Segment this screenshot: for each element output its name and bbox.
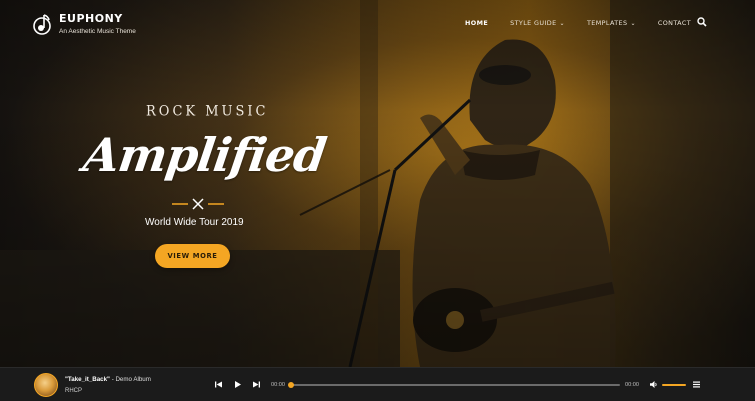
- view-more-button[interactable]: VIEW MORE: [155, 244, 230, 268]
- nav-label: HOME: [465, 19, 489, 27]
- play-icon[interactable]: [233, 380, 242, 389]
- hero-eyebrow: ROCK MUSIC: [146, 103, 269, 120]
- nav-label: TEMPLATES: [586, 19, 628, 27]
- total-time: 00:00: [625, 382, 639, 388]
- hero-subtitle: World Wide Tour 2019: [145, 217, 244, 228]
- album-cover: [34, 373, 58, 397]
- audio-player-bar: "Take_it_Back" - Demo Album RHCP 00:00 0…: [0, 367, 755, 401]
- volume-slider[interactable]: [662, 384, 686, 386]
- hero-headline: Amplified: [80, 128, 329, 182]
- volume-icon[interactable]: [649, 380, 658, 389]
- progress-slider[interactable]: [288, 382, 620, 388]
- nav-item-templates[interactable]: TEMPLATES ⌄: [587, 19, 636, 27]
- track-artist: RHCP: [65, 388, 83, 394]
- search-icon[interactable]: [697, 17, 707, 27]
- track-title: "Take_it_Back": [65, 376, 110, 383]
- nav-label: CONTACT: [657, 19, 691, 27]
- brand-logo[interactable]: EUPHONY An Aesthetic Music Theme: [33, 12, 136, 35]
- previous-track-icon[interactable]: [214, 380, 223, 389]
- current-time: 00:00: [271, 382, 285, 388]
- track-info: "Take_it_Back" - Demo Album RHCP: [65, 376, 151, 394]
- brand-tagline: An Aesthetic Music Theme: [59, 28, 136, 35]
- progress-handle[interactable]: [288, 382, 294, 388]
- nav-item-contact[interactable]: CONTACT: [658, 19, 691, 27]
- brand-name: EUPHONY: [59, 12, 123, 25]
- hero-banner: EUPHONY An Aesthetic Music Theme HOME ST…: [0, 0, 755, 367]
- nav-item-home[interactable]: HOME: [465, 19, 488, 27]
- album-name: Demo Album: [115, 376, 151, 383]
- nav-item-style-guide[interactable]: STYLE GUIDE ⌄: [510, 19, 565, 27]
- main-nav: HOME STYLE GUIDE ⌄ TEMPLATES ⌄ CONTACT: [443, 19, 691, 27]
- playlist-icon[interactable]: [692, 380, 701, 389]
- crossed-drumsticks-divider-icon: [172, 198, 224, 210]
- nav-label: STYLE GUIDE: [510, 19, 557, 27]
- next-track-icon[interactable]: [252, 380, 261, 389]
- chevron-down-icon: ⌄: [630, 19, 636, 27]
- chevron-down-icon: ⌄: [559, 19, 565, 27]
- music-note-logo-icon: [33, 13, 51, 35]
